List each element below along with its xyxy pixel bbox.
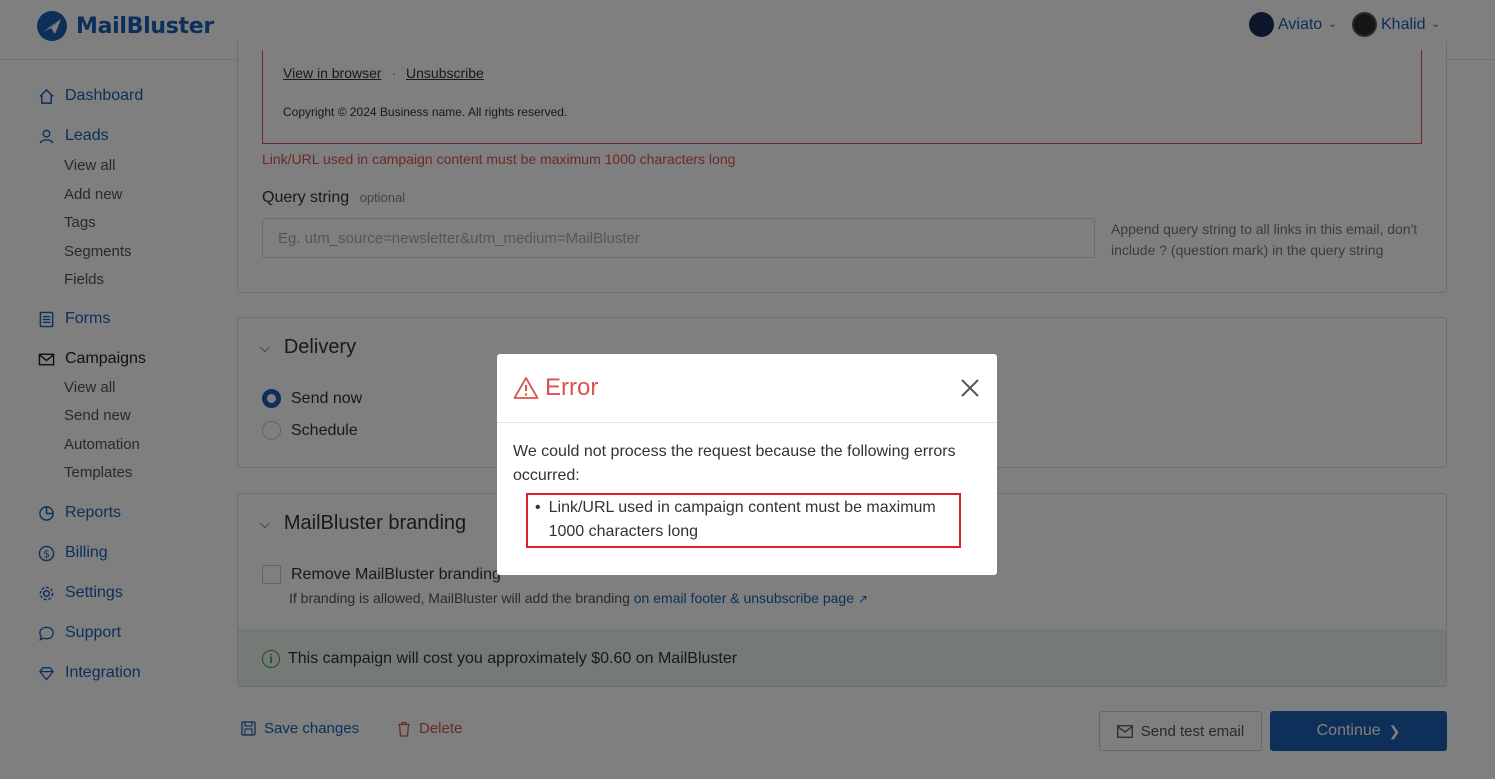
- warning-icon: [513, 377, 539, 399]
- error-dialog: Error We could not process the request b…: [497, 354, 997, 575]
- error-dialog-header: Error: [497, 354, 997, 423]
- error-title-text: Error: [545, 374, 599, 401]
- bullet: •: [535, 499, 541, 516]
- error-list-item-text: Link/URL used in campaign content must b…: [548, 499, 936, 540]
- error-list-item: • Link/URL used in campaign content must…: [535, 496, 955, 544]
- error-dialog-message: We could not process the request because…: [513, 443, 956, 484]
- error-dialog-title: Error: [513, 374, 598, 402]
- close-icon[interactable]: [960, 378, 980, 398]
